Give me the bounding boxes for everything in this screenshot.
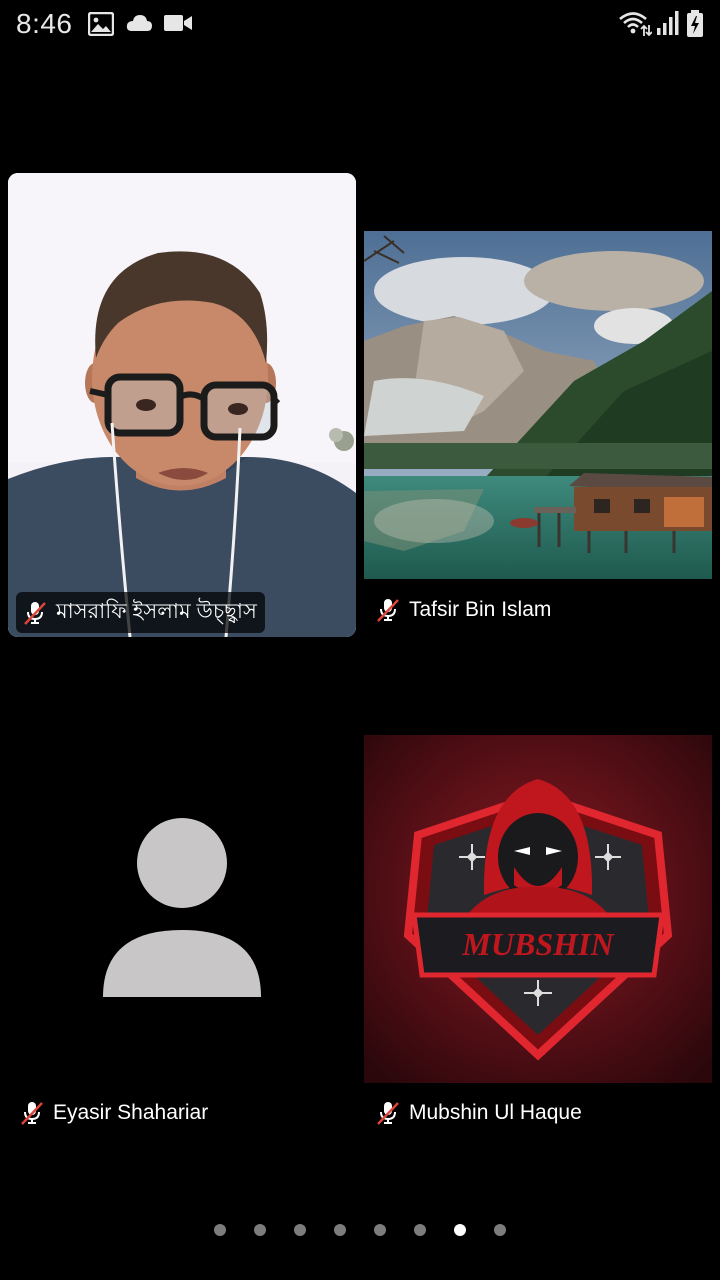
page-dot[interactable]: [214, 1224, 226, 1236]
page-dot[interactable]: [374, 1224, 386, 1236]
page-dot[interactable]: [254, 1224, 266, 1236]
participant-name-label: Tafsir Bin Islam: [375, 597, 551, 623]
page-dot[interactable]: [294, 1224, 306, 1236]
participant-tile[interactable]: [8, 735, 356, 1083]
default-avatar-icon: [103, 818, 261, 997]
participant-name-label: Mubshin Ul Haque: [375, 1100, 582, 1126]
page-dot[interactable]: [494, 1224, 506, 1236]
participant-tile[interactable]: মাসরাফি ইসলাম উচ্ছ্বাস: [8, 173, 356, 637]
participant-profile-image: MUBSHIN: [364, 735, 712, 1083]
participant-profile-image: [364, 231, 712, 579]
status-bar: 8:46: [0, 0, 720, 48]
mic-muted-icon: [24, 601, 46, 625]
participant-name: মাসরাফি ইসলাম উচ্ছ্বাস: [56, 600, 257, 623]
page-dot[interactable]: [414, 1224, 426, 1236]
page-dot[interactable]: [454, 1224, 466, 1236]
logo-wordmark: MUBSHIN: [461, 926, 615, 962]
video-camera-icon: [164, 15, 192, 31]
cloud-icon: [126, 15, 152, 31]
image-icon: [88, 12, 114, 36]
page-dot[interactable]: [334, 1224, 346, 1236]
mic-muted-icon: [377, 1102, 399, 1125]
participant-name: Eyasir Shahariar: [53, 1101, 209, 1124]
participant-tile[interactable]: MUBSHIN: [364, 735, 712, 1083]
participant-video: [8, 173, 356, 637]
page-indicator[interactable]: [0, 1222, 720, 1238]
participant-tile[interactable]: [364, 231, 712, 579]
wifi-icon: [619, 12, 652, 37]
battery-charging-icon: [687, 10, 703, 37]
participant-name-label: মাসরাফি ইসলাম উচ্ছ্বাস: [16, 592, 265, 633]
participant-name: Mubshin Ul Haque: [409, 1101, 582, 1124]
mic-muted-icon: [377, 599, 399, 622]
signal-icon: [657, 11, 679, 35]
status-time: 8:46: [16, 8, 73, 39]
participant-name: Tafsir Bin Islam: [409, 598, 552, 621]
mic-muted-icon: [21, 1102, 43, 1125]
participant-name-label: Eyasir Shahariar: [19, 1100, 208, 1126]
